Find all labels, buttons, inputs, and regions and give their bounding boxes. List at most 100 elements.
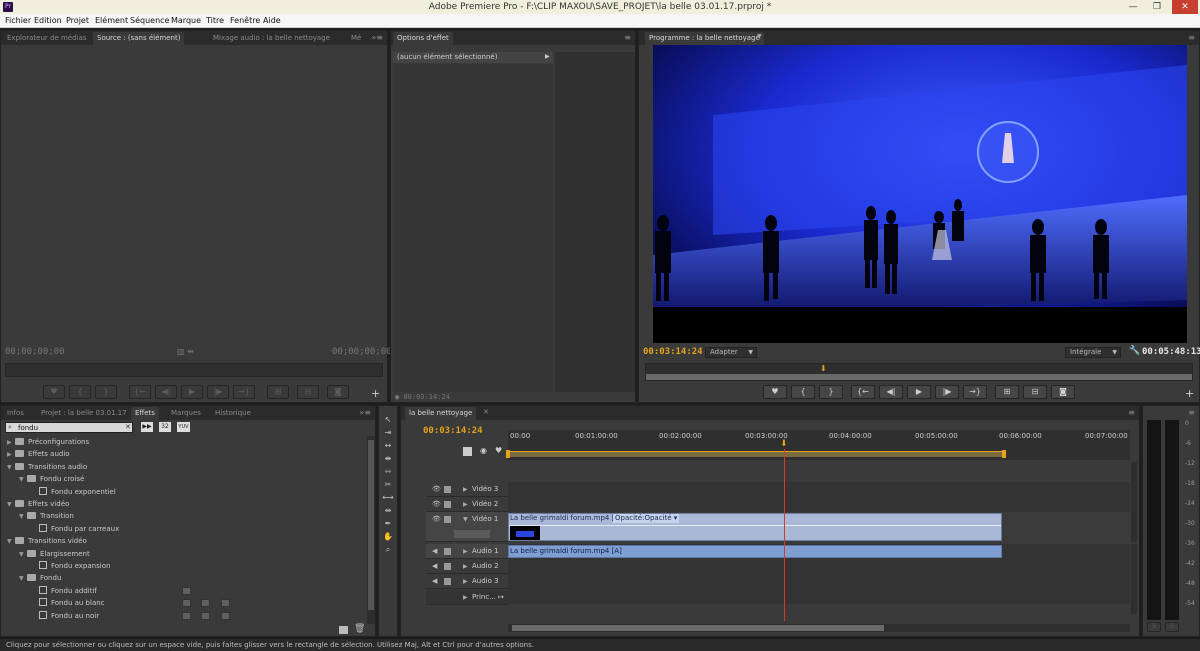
add-button-icon[interactable]: +: [1185, 387, 1194, 400]
track-audio3[interactable]: ◀ ▶ Audio 3: [426, 574, 508, 589]
play-button[interactable]: ▶: [907, 385, 931, 399]
menu-fenetre[interactable]: Fenêtre: [230, 14, 260, 28]
step-back-button[interactable]: ◀|: [879, 385, 903, 399]
collapse-icon[interactable]: ▼: [7, 499, 15, 511]
export-frame-button[interactable]: ◙: [327, 385, 349, 399]
effects-item[interactable]: Fondu au noir: [1, 610, 99, 622]
effects-scrollbar[interactable]: [367, 436, 375, 624]
expand-track-icon[interactable]: ▶: [463, 559, 468, 574]
lock-icon[interactable]: [444, 501, 451, 508]
speaker-icon[interactable]: ◀: [432, 548, 437, 555]
tab-sequence[interactable]: la belle nettoyage: [405, 407, 477, 420]
eye-icon[interactable]: 👁: [432, 516, 441, 523]
fit-icon[interactable]: ▥ ⇹: [177, 347, 194, 356]
clear-search-icon[interactable]: ✕: [125, 423, 131, 432]
audio-tracks-scrollbar[interactable]: [1131, 544, 1137, 614]
effects-folder[interactable]: ▼ Elargissement: [1, 548, 90, 560]
effects-folder[interactable]: ▼ Effets vidéo: [1, 498, 69, 510]
minimize-button[interactable]: —: [1123, 0, 1143, 14]
video-clip[interactable]: La belle grimaldi forum.mp4 [V] Opacité:…: [508, 513, 1002, 541]
expand-track-icon[interactable]: ▶: [463, 544, 468, 559]
solo-right-button[interactable]: S: [1165, 622, 1179, 632]
effects-search-box[interactable]: ⌕ ✕: [5, 422, 133, 433]
timeline-timecode[interactable]: 00:03:14:24: [423, 426, 483, 436]
video-tracks-scrollbar[interactable]: [1131, 462, 1137, 542]
menu-aide[interactable]: Aide: [263, 14, 281, 28]
program-timecode[interactable]: 00:03:14:24: [643, 347, 703, 357]
insert-button[interactable]: ⊞: [267, 385, 289, 399]
slide-tool-icon[interactable]: ⇹: [381, 505, 395, 517]
wrench-icon[interactable]: 🔧: [1129, 346, 1140, 356]
effects-folder[interactable]: ▶ Préconfigurations: [1, 436, 89, 448]
ripple-edit-tool-icon[interactable]: ↔: [381, 440, 395, 452]
speaker-icon[interactable]: ◀: [432, 563, 437, 570]
tab-history[interactable]: Historique: [211, 407, 255, 420]
panel-menu-icon[interactable]: »≡: [359, 408, 371, 418]
eye-icon[interactable]: 👁: [432, 501, 441, 508]
effects-item[interactable]: Fondu exponentiel: [1, 486, 116, 498]
step-forward-button[interactable]: |▶: [207, 385, 229, 399]
panel-menu-icon[interactable]: ≡: [1188, 33, 1195, 43]
new-bin-icon[interactable]: [339, 626, 348, 634]
panel-menu-icon[interactable]: ≡: [624, 33, 631, 43]
pen-tool-icon[interactable]: ✒: [381, 518, 395, 530]
effects-folder[interactable]: ▼ Transitions vidéo: [1, 535, 87, 547]
expand-track-icon[interactable]: ▶: [463, 590, 468, 605]
zoom-tool-icon[interactable]: ⌕: [381, 544, 395, 556]
zoom-select[interactable]: Adapter ▼: [705, 347, 757, 358]
opacity-line[interactable]: [509, 525, 1001, 526]
panel-menu-icon[interactable]: ≡: [1128, 408, 1135, 418]
tab-me[interactable]: Mé: [347, 32, 365, 45]
lock-icon[interactable]: [444, 548, 451, 555]
audio-clip[interactable]: La belle grimaldi forum.mp4 [A]: [508, 545, 1002, 558]
32bit-effects-icon[interactable]: 32: [159, 422, 171, 432]
speaker-icon[interactable]: ◀: [432, 578, 437, 585]
effects-folder[interactable]: ▶ Effets audio: [1, 448, 70, 460]
marker-button[interactable]: ♥: [43, 385, 65, 399]
mark-in-button[interactable]: {: [791, 385, 815, 399]
add-marker-icon[interactable]: ◉: [480, 446, 487, 455]
tab-markers[interactable]: Marques: [167, 407, 205, 420]
work-area-end-handle[interactable]: [1002, 450, 1006, 458]
effects-folder[interactable]: ▼ Transitions audio: [1, 461, 87, 473]
hand-tool-icon[interactable]: ✋: [381, 531, 395, 543]
work-area-start-handle[interactable]: [506, 450, 510, 458]
menu-sequence[interactable]: Séquence: [130, 14, 169, 28]
track-audio1[interactable]: ◀ ▶ Audio 1: [426, 544, 508, 559]
effects-folder[interactable]: ▼ Fondu croisé: [1, 473, 84, 485]
overwrite-button[interactable]: ⊟: [297, 385, 319, 399]
effects-item[interactable]: Fondu additif: [1, 585, 97, 597]
effects-folder[interactable]: ▼ Transition: [1, 510, 74, 522]
track-master[interactable]: ▶ Princ... ↦: [426, 590, 508, 605]
tab-program[interactable]: Programme : la belle nettoyage: [645, 32, 764, 45]
go-to-out-button[interactable]: →}: [963, 385, 987, 399]
playback-quality-select[interactable]: Intégrale ▼: [1065, 347, 1121, 358]
mark-in-button[interactable]: {: [69, 385, 91, 399]
video-lanes-upper[interactable]: [508, 482, 1130, 512]
track-audio2[interactable]: ◀ ▶ Audio 2: [426, 559, 508, 574]
menu-titre[interactable]: Titre: [206, 14, 224, 28]
collapse-icon[interactable]: ▼: [7, 536, 15, 548]
collapse-icon[interactable]: ▼: [19, 474, 27, 486]
step-back-button[interactable]: ◀|: [155, 385, 177, 399]
track-video1[interactable]: 👁 ▼ Vidéo 1: [426, 512, 508, 542]
timeline-hscrollbar[interactable]: [508, 624, 1130, 632]
lock-icon[interactable]: [444, 563, 451, 570]
lift-button[interactable]: ⊞: [995, 385, 1019, 399]
source-time-ruler[interactable]: [5, 363, 383, 377]
lock-icon[interactable]: [444, 486, 451, 493]
panel-menu-icon[interactable]: »≡: [371, 33, 383, 43]
collapse-icon[interactable]: ▼: [19, 511, 27, 523]
razor-tool-icon[interactable]: ✂: [381, 479, 395, 491]
snap-icon[interactable]: [463, 447, 472, 456]
program-video-frame[interactable]: [653, 45, 1187, 343]
eye-icon[interactable]: 👁: [432, 486, 441, 493]
menu-marque[interactable]: Marque: [171, 14, 201, 28]
expand-track-icon[interactable]: ▶: [463, 497, 468, 512]
playhead-handle-icon[interactable]: ⬇: [780, 440, 788, 449]
accelerated-effects-icon[interactable]: ▶▶: [141, 422, 153, 432]
extract-button[interactable]: ⊟: [1023, 385, 1047, 399]
go-to-in-button[interactable]: {←: [851, 385, 875, 399]
tab-media-browser[interactable]: Explorateur de médias: [3, 32, 90, 45]
tab-project[interactable]: Projet : la belle 03.01.17: [37, 407, 131, 420]
